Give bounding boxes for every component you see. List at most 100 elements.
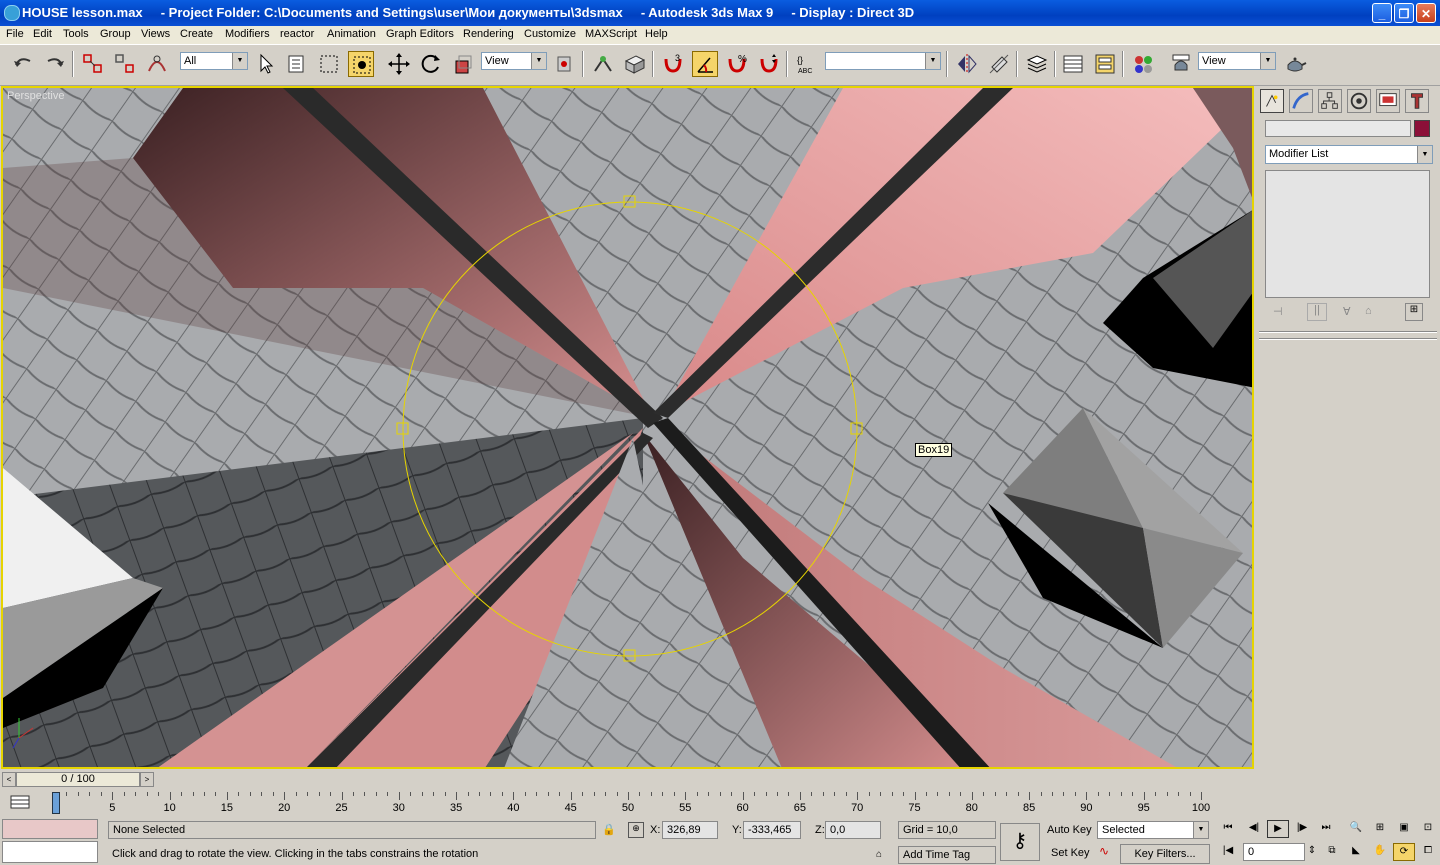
close-button[interactable]: ✕	[1416, 3, 1436, 23]
align-icon[interactable]	[986, 51, 1012, 77]
pin-stack-icon[interactable]: ⊣	[1273, 305, 1283, 318]
menu-customize[interactable]: Customize	[524, 28, 576, 40]
menu-animation[interactable]: Animation	[327, 28, 376, 40]
y-coordinate-field[interactable]: -333,465	[743, 821, 801, 839]
material-editor-icon[interactable]	[1130, 51, 1156, 77]
key-mode-dropdown[interactable]: Selected ▼	[1097, 821, 1209, 839]
menu-reactor[interactable]: reactor	[280, 28, 314, 40]
make-unique-icon[interactable]: ∀	[1343, 305, 1351, 318]
go-to-end-icon[interactable]: ⏭	[1315, 820, 1337, 838]
select-and-scale-icon[interactable]	[450, 51, 476, 77]
select-and-move-icon[interactable]	[386, 51, 412, 77]
spinner-snap-toggle-icon[interactable]	[756, 51, 782, 77]
time-slider[interactable]: 0 / 100	[16, 772, 140, 787]
arc-rotate-icon[interactable]: ⟳	[1393, 843, 1415, 861]
mirror-icon[interactable]	[954, 51, 980, 77]
zoom-all-icon[interactable]: ⊞	[1369, 820, 1391, 838]
redo-icon[interactable]	[42, 51, 68, 77]
display-tab-icon[interactable]	[1376, 89, 1400, 113]
zoom-extents-all-icon[interactable]: ⊡	[1417, 820, 1439, 838]
named-selection-dropdown[interactable]: ▼	[825, 52, 941, 70]
current-frame-field[interactable]: 0	[1243, 843, 1305, 861]
edit-named-selection-icon[interactable]: {} ABC	[794, 51, 820, 77]
menu-maxscript[interactable]: MAXScript	[585, 28, 637, 40]
auto-key-button[interactable]: Auto Key	[1047, 824, 1092, 836]
remove-modifier-icon[interactable]: ⌂	[1365, 305, 1372, 317]
pan-view-icon[interactable]: ✋	[1369, 843, 1391, 861]
viewport-label[interactable]: Perspective	[7, 90, 64, 102]
select-and-rotate-icon[interactable]	[418, 51, 444, 77]
maxscript-input-mini[interactable]	[2, 841, 98, 863]
curve-editor-icon[interactable]	[1060, 51, 1086, 77]
quick-render-teapot-icon[interactable]	[1282, 51, 1308, 77]
maxscript-listener-mini[interactable]	[2, 819, 98, 839]
restore-button[interactable]: ❐	[1394, 3, 1414, 23]
menu-edit[interactable]: Edit	[33, 28, 52, 40]
rectangular-selection-icon[interactable]	[316, 51, 342, 77]
minimize-button[interactable]: _	[1372, 3, 1392, 23]
frame-spinner-icon[interactable]: ⇕	[1306, 843, 1318, 861]
select-by-name-icon[interactable]	[284, 51, 310, 77]
track-bar[interactable]: 0510152025303540455055606570758085909510…	[0, 790, 1256, 816]
time-tag-icon[interactable]: ⌂	[876, 849, 882, 860]
set-keys-key-icon[interactable]: ⚷	[1000, 823, 1040, 861]
key-mode-toggle-icon[interactable]: |◀	[1217, 843, 1239, 861]
zoom-extents-icon[interactable]: ▣	[1393, 820, 1415, 838]
undo-icon[interactable]	[10, 51, 36, 77]
keyboard-shortcut-override-icon[interactable]	[622, 51, 648, 77]
reference-coordinate-dropdown[interactable]: View ▼	[481, 52, 547, 70]
field-of-view-icon[interactable]: ◣	[1345, 843, 1367, 861]
menu-rendering[interactable]: Rendering	[463, 28, 514, 40]
pivot-center-icon[interactable]	[552, 51, 578, 77]
z-coordinate-field[interactable]: 0,0	[825, 821, 881, 839]
menu-modifiers[interactable]: Modifiers	[225, 28, 270, 40]
zoom-icon[interactable]: 🔍	[1345, 820, 1367, 838]
percent-snap-toggle-icon[interactable]: %	[724, 51, 750, 77]
menu-views[interactable]: Views	[141, 28, 170, 40]
add-time-tag[interactable]: Add Time Tag	[898, 846, 996, 864]
perspective-viewport[interactable]: Perspective Box19	[1, 86, 1254, 769]
next-frame-arrow[interactable]: >	[140, 772, 154, 787]
show-end-result-icon[interactable]: ||	[1307, 303, 1327, 321]
go-to-start-icon[interactable]: ⏮	[1217, 820, 1239, 838]
time-configuration-icon[interactable]: ⧉	[1321, 843, 1343, 861]
render-preset-dropdown[interactable]: View ▼	[1198, 52, 1276, 70]
previous-frame-icon[interactable]: ◀|	[1243, 820, 1265, 838]
bind-to-space-warp-icon[interactable]	[144, 51, 170, 77]
modify-tab-icon[interactable]	[1289, 89, 1313, 113]
selection-filter-dropdown[interactable]: All ▼	[180, 52, 248, 70]
modifier-list-dropdown[interactable]: Modifier List ▼	[1265, 145, 1433, 164]
utilities-tab-icon[interactable]	[1405, 89, 1429, 113]
menu-graph-editors[interactable]: Graph Editors	[386, 28, 454, 40]
select-object-icon[interactable]	[253, 51, 279, 77]
next-frame-icon[interactable]: |▶	[1291, 820, 1313, 838]
x-coordinate-field[interactable]: 326,89	[662, 821, 718, 839]
hierarchy-tab-icon[interactable]	[1318, 89, 1342, 113]
object-name-field[interactable]	[1265, 120, 1411, 137]
select-and-manipulate-icon[interactable]	[590, 51, 616, 77]
play-icon[interactable]: ▶	[1267, 820, 1289, 838]
maximize-viewport-icon[interactable]: ⧠	[1417, 843, 1439, 861]
key-filters-button[interactable]: Key Filters...	[1120, 844, 1210, 864]
set-key-button[interactable]: Set Key	[1051, 847, 1090, 859]
previous-frame-arrow[interactable]: <	[2, 772, 16, 787]
menu-file[interactable]: File	[6, 28, 24, 40]
render-scene-dialog-icon[interactable]	[1168, 51, 1194, 77]
frame-ruler[interactable]: 0510152025303540455055606570758085909510…	[40, 790, 1256, 816]
snaps-toggle-icon[interactable]: 3	[660, 51, 686, 77]
select-and-link-icon[interactable]	[80, 51, 106, 77]
open-mini-curve-editor-icon[interactable]	[10, 794, 30, 810]
default-tangent-icon[interactable]: ∿	[1099, 844, 1117, 862]
modifier-stack[interactable]	[1265, 170, 1430, 298]
configure-modifier-sets-icon[interactable]: ⊞	[1405, 303, 1423, 321]
schematic-view-icon[interactable]	[1092, 51, 1118, 77]
layer-manager-icon[interactable]	[1024, 51, 1050, 77]
unlink-selection-icon[interactable]	[112, 51, 138, 77]
angle-snap-toggle-icon[interactable]	[692, 51, 718, 77]
window-crossing-icon[interactable]	[348, 51, 374, 77]
object-color-swatch[interactable]	[1414, 120, 1430, 137]
create-tab-icon[interactable]	[1260, 89, 1284, 113]
menu-help[interactable]: Help	[645, 28, 668, 40]
selection-lock-icon[interactable]: 🔒	[602, 823, 616, 836]
menu-group[interactable]: Group	[100, 28, 131, 40]
